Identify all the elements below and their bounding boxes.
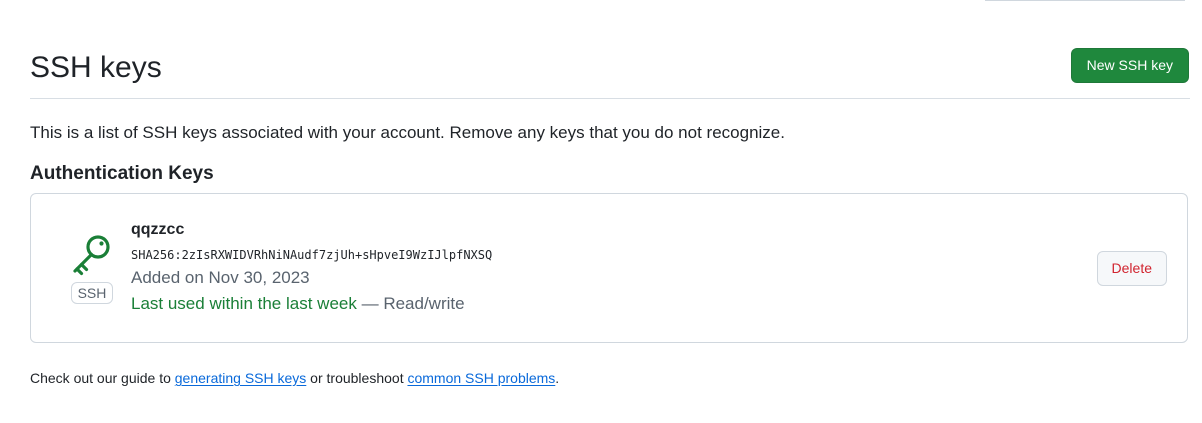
key-details: qqzzcc SHA256:2zIsRXWIDVRhNiNAudf7zjUh+s… bbox=[131, 219, 492, 315]
usage-separator: — bbox=[356, 294, 384, 313]
top-divider-stub bbox=[985, 0, 1185, 1]
key-added-date: Added on Nov 30, 2023 bbox=[131, 268, 310, 287]
delete-key-button[interactable]: Delete bbox=[1096, 251, 1167, 286]
page-header: SSH keys New SSH key bbox=[30, 48, 1190, 99]
key-icon bbox=[73, 235, 110, 276]
new-ssh-key-button[interactable]: New SSH key bbox=[1070, 48, 1189, 83]
help-prefix-text: Check out our guide to bbox=[30, 370, 175, 386]
help-suffix-text: . bbox=[555, 370, 560, 386]
key-fingerprint: SHA256:2zIsRXWIDVRhNiNAudf7zjUh+sHpveI9W… bbox=[131, 248, 493, 262]
access-level: Read/write bbox=[383, 294, 465, 313]
authentication-keys-heading: Authentication Keys bbox=[30, 163, 214, 184]
last-used-status: Last used within the last week bbox=[131, 294, 357, 313]
ssh-key-item: SSH qqzzcc SHA256:2zIsRXWIDVRhNiNAudf7zj… bbox=[30, 193, 1188, 343]
key-name: qqzzcc bbox=[131, 221, 185, 238]
ssh-type-label: SSH bbox=[70, 282, 114, 304]
common-ssh-problems-link[interactable]: common SSH problems bbox=[407, 370, 555, 386]
page-description: This is a list of SSH keys associated wi… bbox=[30, 123, 785, 142]
help-middle-text: or troubleshoot bbox=[306, 370, 408, 386]
generating-ssh-keys-link[interactable]: generating SSH keys bbox=[175, 370, 307, 386]
ssh-help-note: Check out our guide to generating SSH ke… bbox=[30, 369, 559, 387]
key-usage-status: Last used within the last week — Read/wr… bbox=[131, 293, 492, 315]
page-title: SSH keys bbox=[30, 51, 162, 84]
key-icon-column: SSH bbox=[69, 232, 115, 304]
